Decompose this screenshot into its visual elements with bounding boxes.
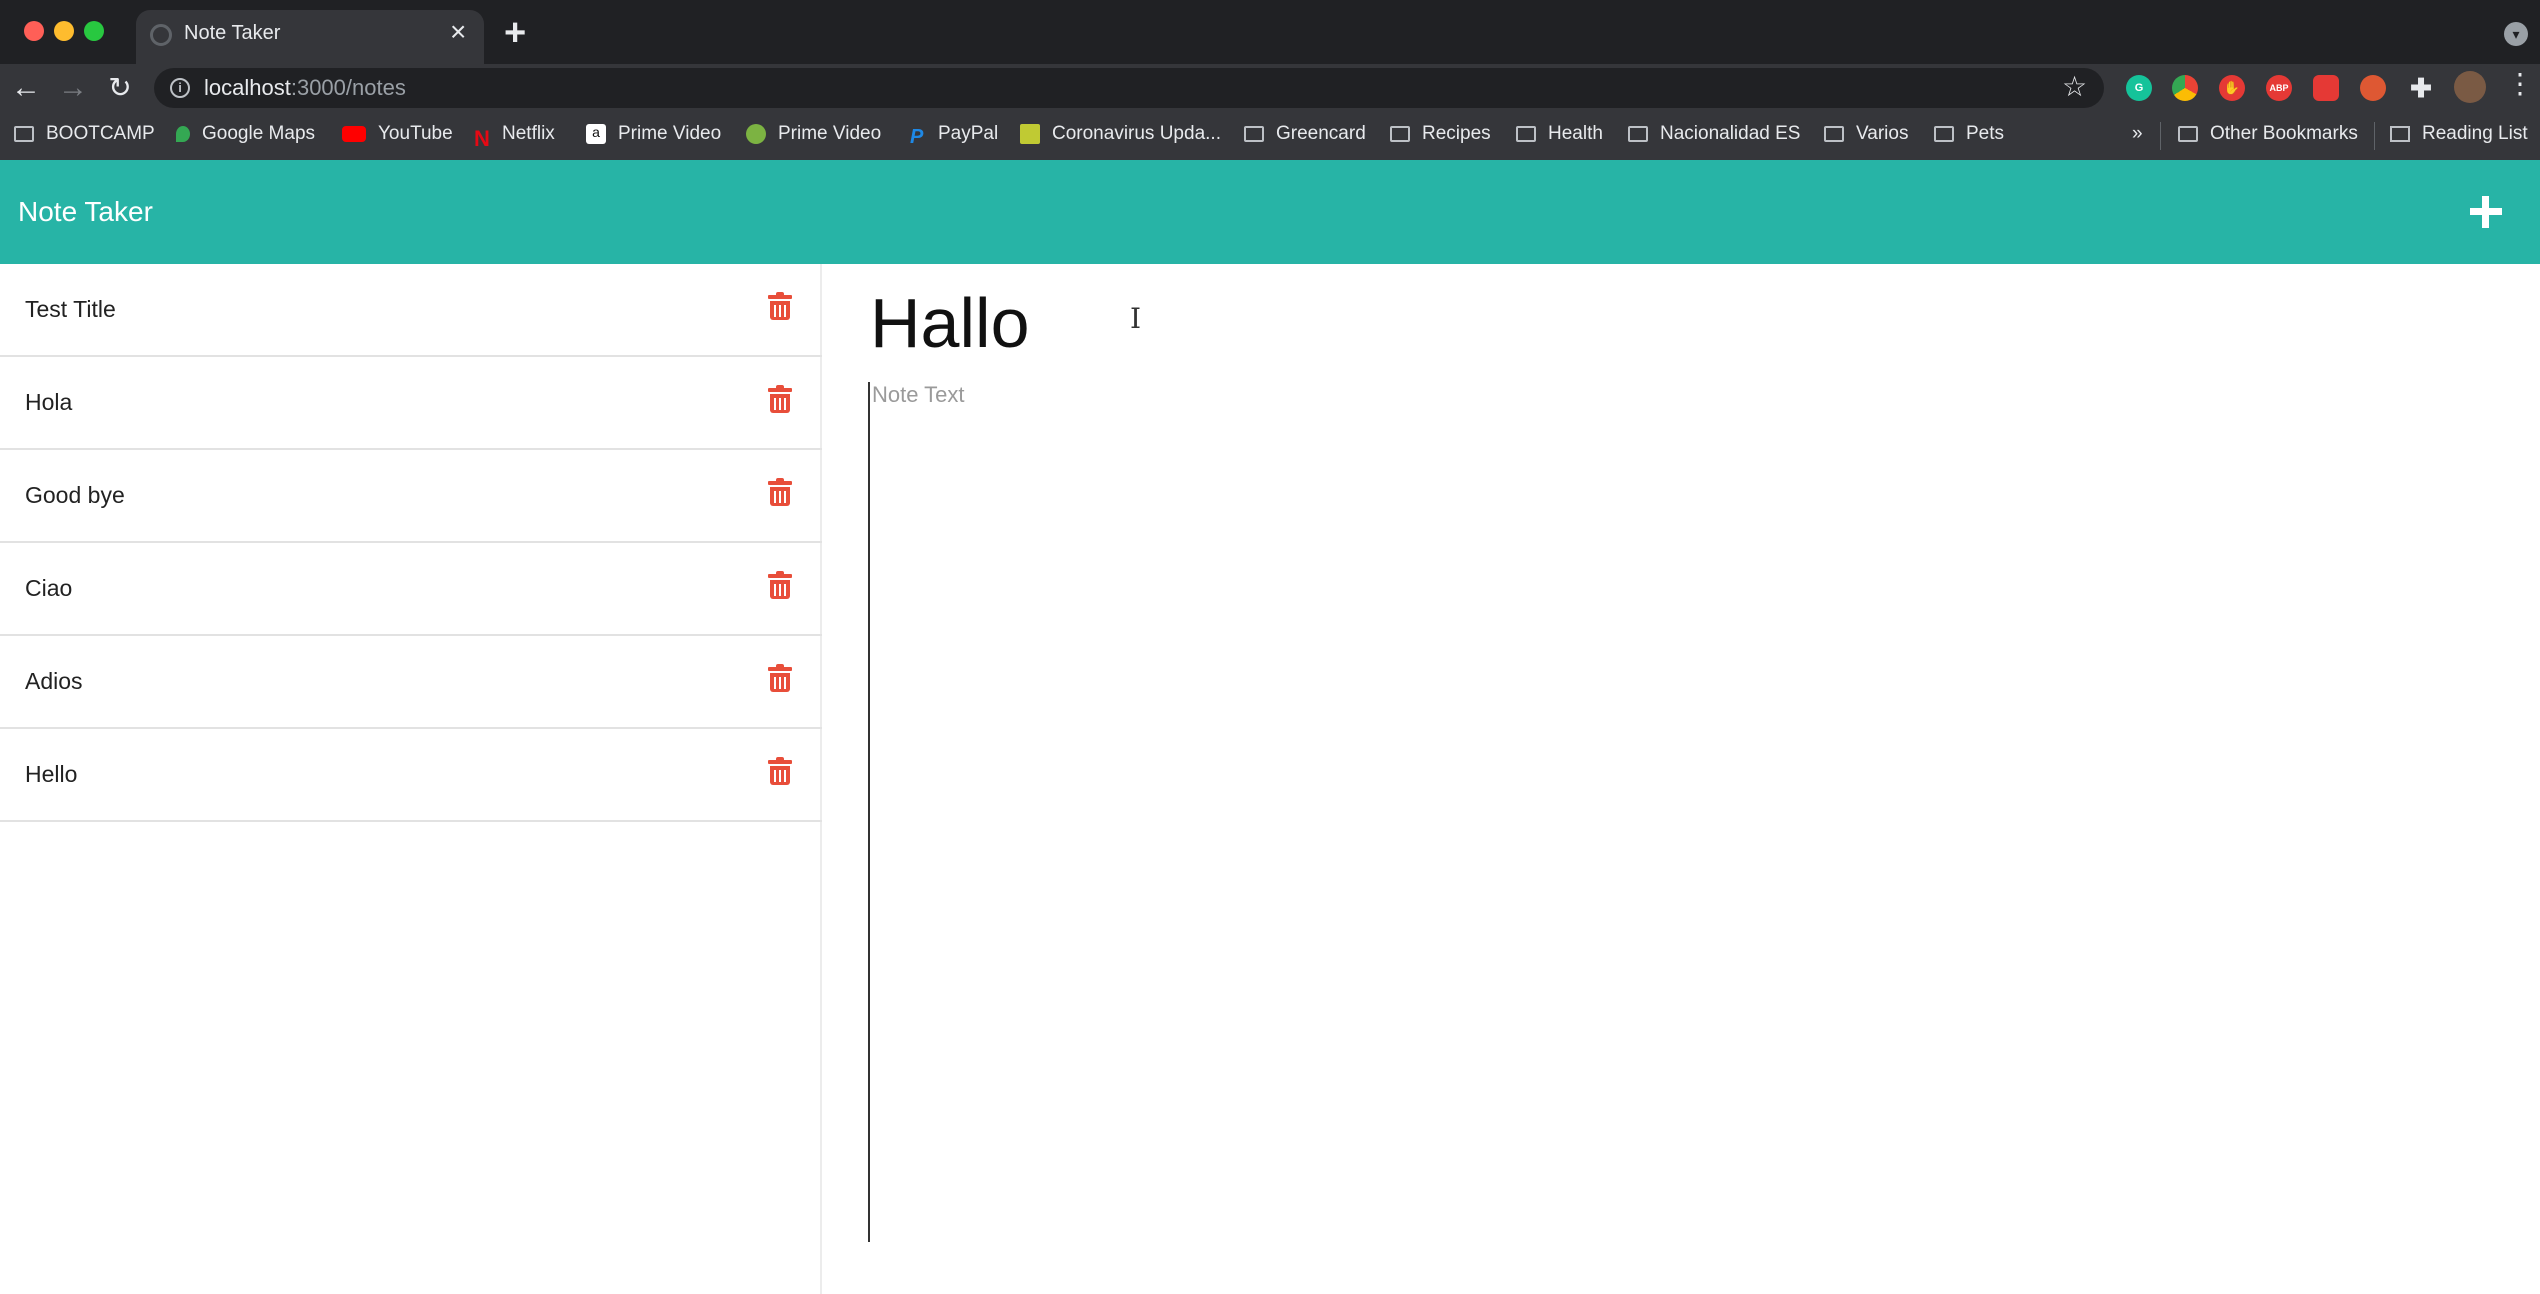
note-title[interactable]: Ciao — [25, 575, 72, 602]
bookmark-coronavirus[interactable]: Coronavirus Upda... — [1020, 123, 1221, 145]
worldometer-icon — [1020, 124, 1040, 144]
bookmark-health[interactable]: Health — [1516, 123, 1603, 145]
youtube-icon — [342, 126, 366, 142]
netflix-icon: N — [474, 126, 490, 151]
folder-icon — [1934, 126, 1954, 142]
folder-icon — [1628, 126, 1648, 142]
close-tab-icon[interactable]: × — [450, 18, 466, 46]
reload-icon[interactable]: ↻ — [102, 70, 138, 106]
note-title[interactable]: Hello — [25, 761, 77, 788]
trash-icon[interactable] — [768, 664, 792, 694]
folder-icon — [1390, 126, 1410, 142]
back-arrow-icon[interactable]: ← — [8, 70, 44, 106]
bookmark-bootcamp[interactable]: BOOTCAMP — [14, 123, 155, 145]
folder-icon — [1824, 126, 1844, 142]
note-title[interactable]: Good bye — [25, 482, 125, 509]
adblock-icon[interactable]: ✋ — [2219, 75, 2245, 101]
bookmark-varios[interactable]: Varios — [1824, 123, 1908, 145]
text-cursor-icon: I — [1130, 302, 1142, 335]
note-title[interactable]: Adios — [25, 668, 83, 695]
trash-icon[interactable] — [768, 292, 792, 322]
folder-icon — [1244, 126, 1264, 142]
grammarly-icon[interactable]: G — [2126, 75, 2152, 101]
close-window-button[interactable] — [24, 21, 44, 41]
bookmark-star-icon[interactable]: ☆ — [2062, 70, 2087, 103]
trash-icon[interactable] — [768, 757, 792, 787]
new-note-plus-icon[interactable] — [2466, 192, 2506, 232]
list-item[interactable]: Good bye — [0, 450, 822, 543]
folder-icon — [2178, 126, 2198, 142]
app-title[interactable]: Note Taker — [18, 196, 153, 228]
forward-arrow-icon[interactable]: → — [55, 70, 91, 106]
google-maps-icon — [176, 126, 190, 142]
duckduckgo-icon[interactable] — [2360, 75, 2386, 101]
cast-extension-icon[interactable] — [2313, 75, 2339, 101]
globe-icon — [150, 24, 172, 46]
note-title[interactable]: Test Title — [25, 296, 116, 323]
folder-icon — [1516, 126, 1536, 142]
address-bar[interactable] — [154, 68, 2104, 108]
folder-icon — [14, 126, 34, 142]
amazon-icon: a — [586, 124, 606, 144]
bookmark-greencard[interactable]: Greencard — [1244, 123, 1366, 145]
tab-title: Note Taker — [184, 22, 281, 44]
notes-list: Test Title Hola Good bye Ciao Adios Hell… — [0, 264, 822, 1294]
list-item[interactable]: Ciao — [0, 543, 822, 636]
maximize-window-button[interactable] — [84, 21, 104, 41]
note-title[interactable]: Hola — [25, 389, 72, 416]
prime-video-icon — [746, 124, 766, 144]
info-icon[interactable]: i — [170, 78, 190, 98]
avatar[interactable] — [2454, 71, 2486, 103]
bookmark-youtube[interactable]: YouTube — [342, 123, 453, 145]
bookmark-other-bookmarks[interactable]: Other Bookmarks — [2178, 123, 2358, 145]
kebab-menu-icon[interactable]: ⋮ — [2506, 70, 2534, 98]
reading-list-button[interactable]: Reading List — [2390, 123, 2528, 145]
puzzle-extensions-icon[interactable]: ✚ — [2408, 75, 2434, 101]
minimize-window-button[interactable] — [54, 21, 74, 41]
list-item[interactable]: Hello — [0, 729, 822, 822]
bookmark-prime-video[interactable]: Prime Video — [746, 123, 881, 145]
bookmarks-overflow-button[interactable]: » — [2132, 123, 2143, 145]
app-header — [0, 160, 2540, 264]
abp-icon[interactable]: ABP — [2266, 75, 2292, 101]
bookmark-nacionalidad-es[interactable]: Nacionalidad ES — [1628, 123, 1800, 145]
tab-search-icon[interactable]: ▾ — [2504, 22, 2528, 46]
bookmark-paypal[interactable]: P PayPal — [910, 123, 998, 148]
note-title-input[interactable] — [870, 278, 2070, 368]
note-text-input[interactable] — [868, 382, 2468, 1242]
chrome-extension-icon[interactable] — [2172, 75, 2198, 101]
bookmark-prime-video-amazon[interactable]: a Prime Video — [586, 123, 721, 145]
bookmarks-divider — [2160, 122, 2161, 150]
trash-icon[interactable] — [768, 478, 792, 508]
bookmark-pets[interactable]: Pets — [1934, 123, 2004, 145]
list-item[interactable]: Adios — [0, 636, 822, 729]
bookmark-recipes[interactable]: Recipes — [1390, 123, 1491, 145]
trash-icon[interactable] — [768, 385, 792, 415]
reading-list-icon — [2390, 126, 2410, 142]
list-item[interactable]: Hola — [0, 357, 822, 450]
bookmark-google-maps[interactable]: Google Maps — [176, 123, 315, 145]
url-text[interactable]: localhost:3000/notes — [204, 75, 406, 101]
new-tab-icon[interactable]: + — [504, 14, 526, 52]
trash-icon[interactable] — [768, 571, 792, 601]
bookmark-netflix[interactable]: N Netflix — [474, 123, 555, 151]
paypal-icon: P — [910, 126, 924, 148]
list-item[interactable]: Test Title — [0, 264, 822, 357]
bookmarks-divider — [2374, 122, 2375, 150]
